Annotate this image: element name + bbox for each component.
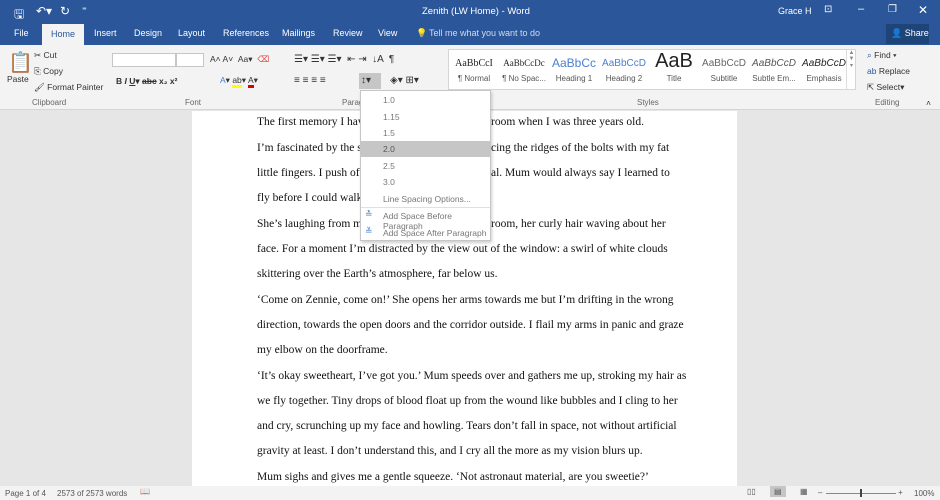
style-normal[interactable]: AaBbCcI ¶ Normal bbox=[449, 50, 499, 83]
doc-line: room, her curly hair waving about her bbox=[491, 218, 666, 230]
web-layout-icon[interactable]: ▦ bbox=[800, 487, 808, 496]
spacing-option-2-5[interactable]: 2.5 bbox=[361, 158, 490, 174]
share-button[interactable]: 👤 Share bbox=[886, 24, 929, 44]
doc-line: direction, towards the open doors and th… bbox=[257, 319, 684, 331]
print-layout-icon[interactable]: ▤ bbox=[770, 486, 786, 497]
styles-scroll[interactable]: ▲ ▼ ▾ bbox=[846, 50, 856, 89]
tell-me-input[interactable]: Tell me what you want to do bbox=[429, 28, 540, 38]
doc-line: The first memory I hav bbox=[257, 116, 364, 128]
read-mode-icon[interactable]: ▯▯ bbox=[747, 487, 756, 496]
doc-line: al. Mum would always say I learned to bbox=[491, 167, 670, 179]
tab-design[interactable]: Design bbox=[134, 28, 162, 38]
shading-border-buttons[interactable]: ◈▾ ⊞▾ bbox=[390, 75, 419, 86]
doc-line: skittering over the Earth’s atmosphere, … bbox=[257, 268, 498, 280]
font-size-buttons[interactable]: A˄ A˅ Aa▾ ⌫ bbox=[210, 54, 269, 65]
tab-layout[interactable]: Layout bbox=[178, 28, 205, 38]
format-buttons[interactable]: B I U▾ abc x₂ x² bbox=[116, 76, 177, 87]
paste-icon[interactable]: 📋 bbox=[8, 50, 33, 75]
window-title: Zenith (LW Home) - Word bbox=[422, 6, 530, 17]
ribbon-display-icon[interactable]: ⊡ bbox=[824, 4, 832, 15]
tab-references[interactable]: References bbox=[223, 28, 269, 38]
page-count[interactable]: Page 1 of 4 bbox=[5, 489, 46, 498]
font-group-label: Font bbox=[185, 98, 202, 107]
style-heading-2[interactable]: AaBbCcD Heading 2 bbox=[599, 50, 649, 83]
user-name[interactable]: Grace H bbox=[778, 6, 812, 16]
collapse-ribbon-icon[interactable]: ˄ bbox=[926, 98, 931, 108]
spacing-option-1-5[interactable]: 1.5 bbox=[361, 125, 490, 141]
doc-line: ‘It’s okay sweetheart, I’ve got you.’ Mu… bbox=[257, 370, 687, 382]
tab-review[interactable]: Review bbox=[333, 28, 363, 38]
style-emphasis[interactable]: AaBbCcD Emphasis bbox=[799, 50, 849, 83]
tab-mailings[interactable]: Mailings bbox=[282, 28, 315, 38]
editing-group-label: Editing bbox=[875, 98, 900, 107]
lightbulb-icon: 💡 bbox=[416, 28, 428, 38]
status-bar: Page 1 of 4 2573 of 2573 words 📖 ▯▯ ▤ ▦ … bbox=[0, 486, 940, 500]
doc-line: my elbow on the doorframe. bbox=[257, 344, 388, 356]
doc-line: She’s laughing from m bbox=[257, 218, 363, 230]
undo-icon[interactable]: ↶▾ bbox=[36, 4, 52, 18]
format-painter-button[interactable]: 🖌 Format Painter bbox=[34, 82, 103, 93]
doc-line: Mum sighs and gives me a gentle squeeze.… bbox=[257, 471, 649, 483]
styles-gallery: AaBbCcI ¶ Normal AaBbCcDc ¶ No Spac... AaB… bbox=[448, 49, 856, 90]
select-button[interactable]: ⇱ Select▾ bbox=[867, 82, 904, 93]
doc-line: I’m fascinated by the st bbox=[257, 142, 365, 154]
doc-line: gravity at least. I don’t understand thi… bbox=[257, 445, 643, 457]
text-effects-buttons[interactable]: A▾ ab▾ A▾ bbox=[220, 75, 258, 88]
tab-insert[interactable]: Insert bbox=[94, 28, 117, 38]
style-title[interactable]: AaB Title bbox=[649, 50, 699, 83]
line-spacing-button[interactable]: ↕▾ bbox=[359, 73, 381, 89]
doc-line: fly before I could walk bbox=[257, 192, 363, 204]
word-count[interactable]: 2573 of 2573 words bbox=[57, 489, 127, 498]
doc-line: we fly together. Tiny drops of blood flo… bbox=[257, 395, 678, 407]
doc-line: face. For a moment I’m distracted by the… bbox=[257, 243, 668, 255]
style-subtitle[interactable]: AaBbCcD Subtitle bbox=[699, 50, 749, 83]
restore-icon[interactable]: ❐ bbox=[888, 4, 897, 15]
spacing-option-3-0[interactable]: 3.0 bbox=[361, 174, 490, 190]
paste-button[interactable]: Paste bbox=[7, 74, 29, 84]
redo-icon[interactable]: ↻ bbox=[60, 4, 70, 18]
tab-file[interactable]: File bbox=[14, 28, 29, 38]
spacing-option-2-0[interactable]: 2.0 bbox=[361, 141, 490, 157]
line-spacing-menu: 1.0 1.15 1.5 2.0 2.5 3.0 Line Spacing Op… bbox=[360, 90, 491, 241]
zoom-out-button[interactable]: – bbox=[818, 488, 822, 497]
tab-home[interactable]: Home bbox=[42, 24, 84, 46]
style-no-spacing[interactable]: AaBbCcDc ¶ No Spac... bbox=[499, 50, 549, 83]
align-buttons[interactable]: ≡ ≡ ≡ ≡ bbox=[294, 75, 326, 86]
zoom-slider-thumb[interactable] bbox=[860, 489, 862, 497]
doc-line: room when I was three years old. bbox=[491, 116, 644, 128]
style-heading-1[interactable]: AaBbCc Heading 1 bbox=[549, 50, 599, 83]
doc-line: ‘Come on Zennie, come on!’ She opens her… bbox=[257, 294, 674, 306]
spacing-option-1-0[interactable]: 1.0 bbox=[361, 92, 490, 108]
add-space-after[interactable]: Add Space After Paragraph bbox=[361, 225, 490, 241]
save-icon[interactable]: 🖫 bbox=[14, 5, 24, 26]
styles-group-label: Styles bbox=[637, 98, 659, 107]
line-spacing-options[interactable]: Line Spacing Options... bbox=[361, 191, 490, 207]
zoom-level[interactable]: 100% bbox=[914, 489, 934, 498]
list-buttons[interactable]: ☰▾ ☰▾ ☰▾ ⇤ ⇥ ↓A ¶ bbox=[294, 54, 394, 65]
title-bar: 🖫 ↶▾ ↻ ⁼ Zenith (LW Home) - Word Grace H… bbox=[0, 0, 940, 46]
tab-view[interactable]: View bbox=[378, 28, 397, 38]
proofing-icon[interactable]: 📖 bbox=[140, 487, 150, 496]
replace-button[interactable]: ab Replace bbox=[867, 66, 910, 76]
style-subtle-emphasis[interactable]: AaBbCcD Subtle Em... bbox=[749, 50, 799, 83]
person-icon: 👤 bbox=[891, 28, 903, 38]
close-icon[interactable]: ✕ bbox=[918, 3, 928, 17]
clipboard-group-label: Clipboard bbox=[32, 98, 67, 107]
doc-line: and cry, scrunching up my face and howli… bbox=[257, 420, 677, 432]
spacing-option-1-15[interactable]: 1.15 bbox=[361, 109, 490, 125]
cut-button[interactable]: ✂ Cut bbox=[34, 50, 57, 61]
minimize-icon[interactable]: – bbox=[858, 3, 864, 15]
find-button[interactable]: ⌕ Find ▾ bbox=[867, 50, 897, 61]
zoom-in-button[interactable]: + bbox=[898, 488, 903, 497]
add-space-before[interactable]: Add Space Before Paragraph bbox=[361, 208, 490, 231]
copy-button[interactable]: ⎘ Copy bbox=[34, 66, 63, 77]
font-name-input[interactable] bbox=[112, 53, 176, 67]
font-size-input[interactable] bbox=[176, 53, 204, 67]
doc-line: cing the ridges of the bolts with my fat bbox=[491, 142, 670, 154]
customize-qat-icon[interactable]: ⁼ bbox=[82, 5, 87, 16]
doc-line: little fingers. I push off bbox=[257, 167, 364, 179]
